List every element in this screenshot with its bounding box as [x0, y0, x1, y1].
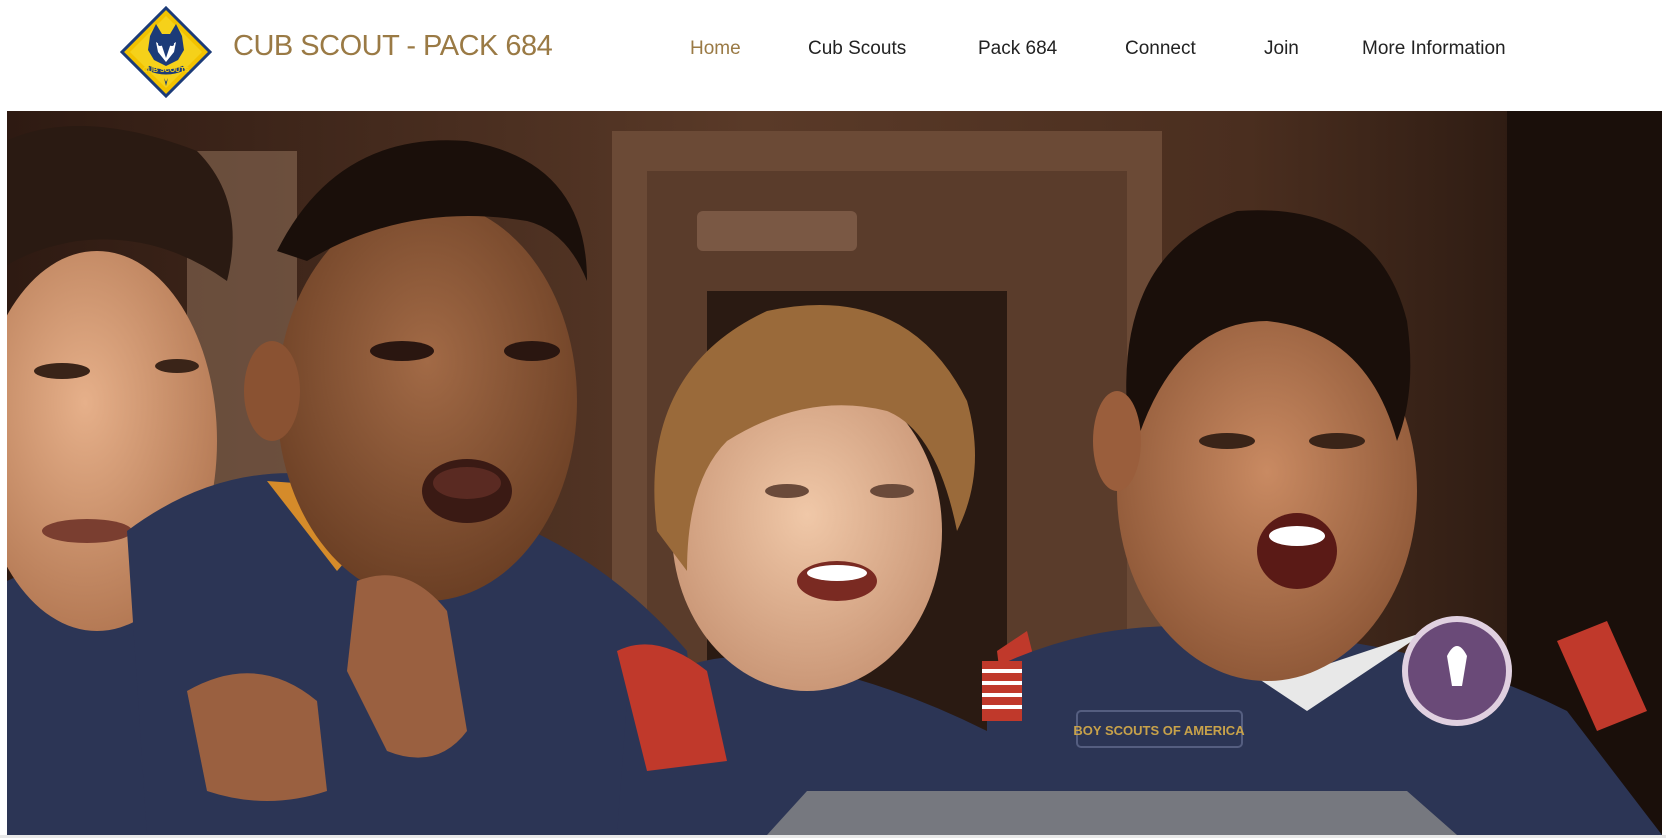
site-header: CUB SCOUTS CUB SCOUT - PACK 684 Home Cub…	[0, 0, 1666, 110]
cub-scouts-logo-icon[interactable]: CUB SCOUTS	[120, 6, 212, 98]
hero-image: BOY SCOUTS OF AMERICA	[7, 111, 1662, 835]
site-title[interactable]: CUB SCOUT - PACK 684	[233, 30, 553, 63]
nav-item-home[interactable]: Home	[690, 38, 741, 60]
nav-item-pack-684[interactable]: Pack 684	[978, 38, 1057, 60]
hero-photo: BOY SCOUTS OF AMERICA	[7, 111, 1662, 835]
boy-scouts-of-america-patch: BOY SCOUTS OF AMERICA	[1073, 723, 1245, 738]
nav-item-cub-scouts[interactable]: Cub Scouts	[808, 38, 906, 60]
nav-item-connect[interactable]: Connect	[1125, 38, 1196, 60]
nav-item-join[interactable]: Join	[1264, 38, 1299, 60]
logo-text: CUB SCOUTS	[143, 67, 190, 74]
nav-item-more-information[interactable]: More Information	[1362, 38, 1506, 60]
